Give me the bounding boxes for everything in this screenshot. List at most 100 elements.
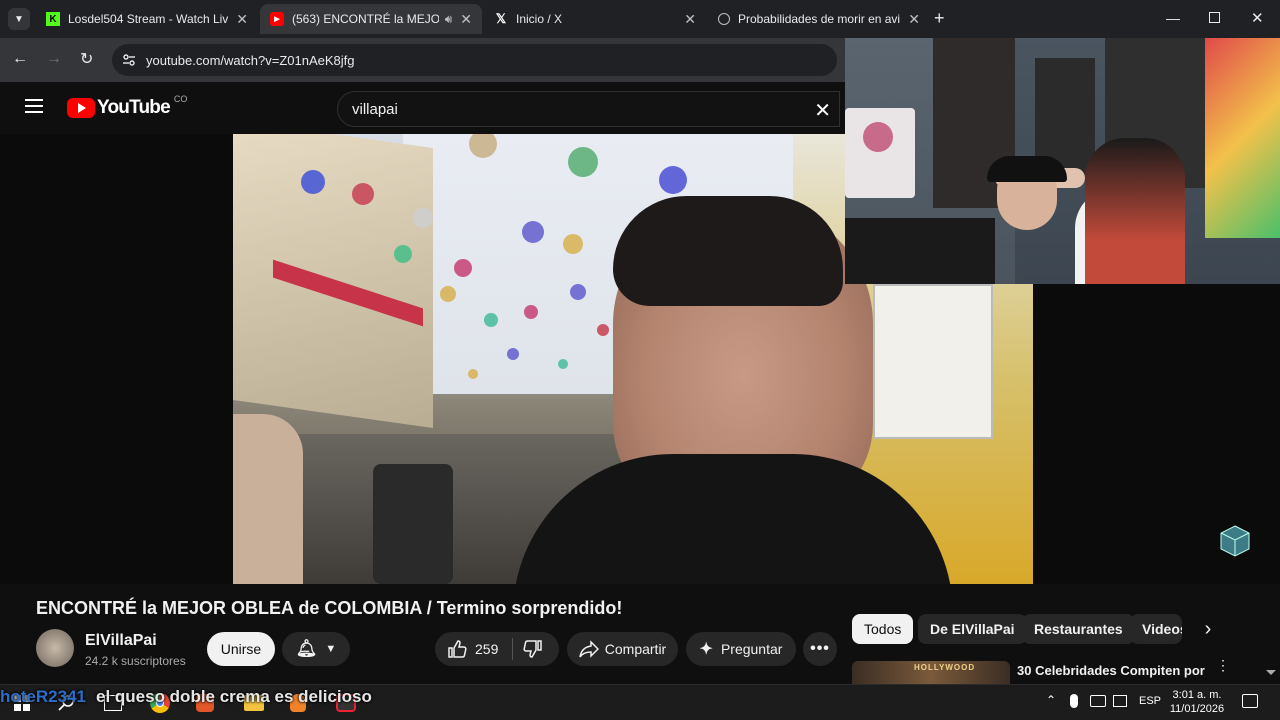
join-button[interactable]: Unirse (207, 632, 275, 666)
avatar[interactable] (36, 629, 74, 667)
ask-label: Preguntar (720, 641, 783, 657)
like-dislike-group: 259 (435, 632, 559, 666)
like-count: 259 (475, 641, 499, 657)
minimize-icon: — (1166, 10, 1180, 26)
person-hair (613, 196, 843, 306)
arm-left (233, 414, 303, 584)
notifications-button[interactable]: 🔔︎ ▼ (282, 632, 350, 666)
tab-kick[interactable]: K Losdel504 Stream - Watch Live ✕ (36, 4, 258, 34)
join-label: Unirse (220, 641, 262, 657)
battery-icon[interactable] (1090, 695, 1106, 707)
thumbs-down-icon (523, 639, 543, 659)
search-input[interactable]: villapai ✕ (337, 91, 840, 127)
channel-name[interactable]: ElVillaPai (85, 632, 157, 650)
chevron-down-icon: ▼ (14, 13, 24, 25)
close-icon[interactable]: ✕ (908, 11, 920, 28)
streamer-cap (987, 156, 1067, 182)
chevron-up-icon[interactable]: ⌃ (1046, 693, 1056, 707)
chair (373, 464, 453, 584)
site-info-icon[interactable] (122, 53, 136, 67)
menu-icon[interactable] (25, 99, 43, 113)
chips-next-button[interactable]: › (1196, 617, 1220, 641)
url-field[interactable]: youtube.com/watch?v=Z01nAeK8jfg (112, 44, 837, 76)
speaker (845, 108, 915, 198)
speaker-icon[interactable]: 🔊︎ (445, 12, 453, 27)
browser-tab-bar: ▼ K Losdel504 Stream - Watch Live ✕ ▶ (5… (0, 0, 1280, 38)
address-bar: ← → ↻ youtube.com/watch?v=Z01nAeK8jfg (0, 38, 845, 82)
chat-overlay: hoteR2341 el queso doble crema es delici… (0, 686, 372, 708)
x-icon: 𝕏 (495, 11, 507, 26)
clock-date: 11/01/2026 (1169, 703, 1225, 715)
clock[interactable]: 3:01 a. m. 11/01/2026 (1166, 688, 1228, 716)
arrow-right-icon: → (46, 50, 62, 67)
chip-channel[interactable]: De ElVillaPai (918, 614, 1027, 644)
thumbs-up-icon (447, 639, 467, 659)
tab-probabilidades[interactable]: Probabilidades de morir en avió ✕ (708, 4, 930, 34)
close-icon[interactable]: ✕ (684, 11, 696, 28)
tab-title: Losdel504 Stream - Watch Live (68, 12, 229, 26)
divider (512, 638, 514, 660)
youtube-play-icon (67, 98, 95, 118)
chevron-down-icon: ▼ (325, 643, 337, 655)
close-icon[interactable]: ✕ (460, 11, 472, 28)
minimize-button[interactable]: — (1166, 10, 1180, 26)
back-button[interactable]: ← (12, 50, 28, 68)
youtube-logo-text: YouTube (97, 97, 171, 118)
share-button[interactable]: Compartir (567, 632, 678, 666)
clear-search-button[interactable]: ✕ (814, 98, 831, 123)
clock-time: 3:01 a. m. (1172, 689, 1222, 701)
like-button[interactable]: 259 (447, 639, 498, 659)
restore-button[interactable] (1209, 12, 1220, 23)
close-window-button[interactable]: ✕ (1251, 9, 1264, 27)
chip-videos[interactable]: Videos (1130, 614, 1182, 644)
gaming-chair (1085, 138, 1185, 284)
chip-restaurants[interactable]: Restaurantes (1022, 614, 1135, 644)
language-indicator[interactable]: ESP (1139, 695, 1161, 707)
desk (845, 218, 995, 284)
youtube-icon: ▶ (270, 12, 284, 26)
recommendation-title[interactable]: 30 Celebridades Compiten por (1017, 663, 1205, 678)
new-tab-button[interactable]: + (934, 8, 945, 29)
subscriber-count: 24.2 k suscriptores (85, 654, 186, 668)
close-icon: ✕ (1251, 10, 1264, 27)
arrow-left-icon: ← (12, 50, 28, 67)
more-actions-button[interactable]: ••• (803, 632, 837, 666)
reload-icon: ↻ (80, 51, 94, 68)
reload-button[interactable]: ↻ (80, 49, 93, 69)
kick-icon: K (46, 12, 60, 26)
recommendation-menu-icon[interactable]: ⋮ (1216, 658, 1230, 672)
scroll-down-icon[interactable] (1266, 670, 1276, 675)
search-value: villapai (352, 100, 398, 118)
close-icon[interactable]: ✕ (236, 11, 248, 28)
network-icon[interactable] (1113, 695, 1127, 707)
more-horizontal-icon: ••• (810, 640, 830, 657)
forward-button[interactable]: → (46, 50, 62, 68)
cube-icon (1218, 524, 1252, 558)
tab-x[interactable]: 𝕏 Inicio / X ✕ (484, 4, 706, 34)
chat-message: el queso doble crema es delicioso (95, 687, 372, 706)
chat-username: hoteR2341 (0, 687, 86, 706)
recommendation-thumbnail[interactable]: HOLLYWOOD (852, 661, 1010, 684)
sparkle-icon: ✦ (699, 641, 713, 658)
globe-icon (718, 13, 730, 25)
url-text: youtube.com/watch?v=Z01nAeK8jfg (146, 52, 355, 68)
ask-button[interactable]: ✦ Preguntar (686, 632, 796, 666)
chip-label: Restaurantes (1034, 621, 1123, 637)
wall-poster (873, 284, 993, 439)
chevron-right-icon: › (1204, 617, 1212, 640)
chip-label: De ElVillaPai (930, 621, 1015, 637)
notification-icon[interactable] (1242, 694, 1258, 708)
webcam-overlay (845, 38, 1280, 284)
tab-search-button[interactable]: ▼ (8, 8, 30, 30)
plus-icon: + (934, 8, 945, 28)
tab-youtube[interactable]: ▶ (563) ENCONTRÉ la MEJOR 🔊︎ ✕ (260, 4, 482, 34)
chip-label: Videos (1142, 621, 1182, 637)
youtube-logo[interactable]: YouTube CO (67, 94, 187, 119)
chip-all[interactable]: Todos (852, 614, 914, 644)
youtube-header: YouTube CO villapai ✕ (0, 82, 845, 134)
wall-art (1205, 38, 1280, 238)
bell-icon: 🔔︎ (295, 639, 318, 658)
tab-title: Inicio / X (516, 12, 563, 26)
dislike-button[interactable] (523, 639, 543, 659)
microphone-icon[interactable] (1070, 694, 1078, 708)
